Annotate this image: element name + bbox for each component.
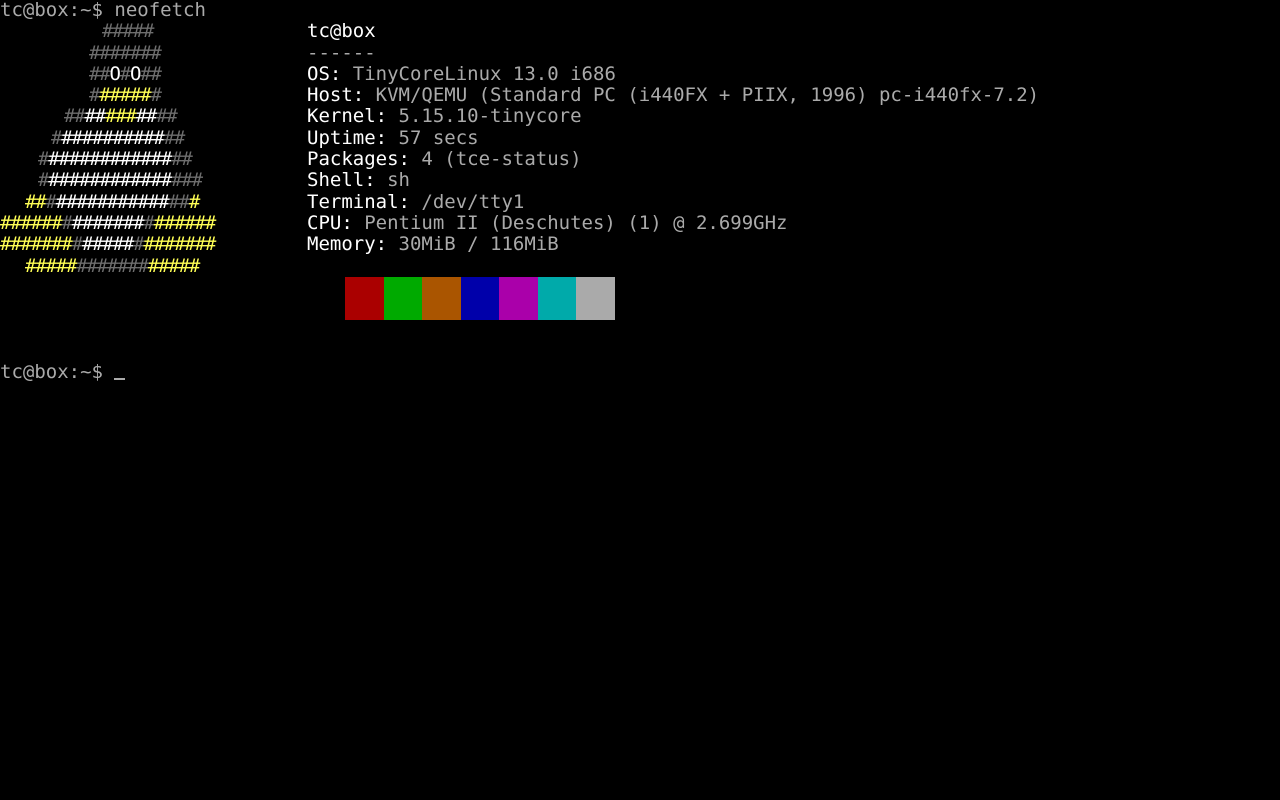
ascii-logo-line: ############# — [51, 127, 185, 149]
info-value: 57 secs — [398, 127, 479, 149]
info-key: Packages — [307, 148, 399, 170]
shell-prompt: tc@box:~$ — [0, 361, 103, 383]
info-kernel: Kernel: 5.15.10-tinycore — [307, 105, 582, 127]
terminal-screen[interactable]: tc@box:~$ neofetch ##### ####### ##O#O##… — [0, 0, 1280, 800]
info-value: /dev/tty1 — [421, 191, 525, 213]
color-swatch — [345, 277, 384, 320]
ascii-logo-line: ################# — [25, 191, 200, 213]
ascii-logo-line: ####### — [89, 42, 162, 64]
info-key: Shell — [307, 169, 365, 191]
prompt-line[interactable]: tc@box:~$ — [0, 361, 126, 383]
info-value: Pentium II (Deschutes) (1) @ 2.699GHz — [364, 212, 788, 234]
color-swatch — [383, 277, 422, 320]
info-value: 30MiB / 116MiB — [398, 233, 559, 255]
ascii-logo-line: ########### — [64, 105, 178, 127]
command-prompt: tc@box:~$ — [0, 0, 103, 21]
ascii-logo-line: ####### — [89, 84, 162, 106]
ascii-logo-line: ##################### — [0, 233, 216, 255]
ascii-logo-line: ##O#O## — [89, 63, 162, 85]
color-swatch — [460, 277, 499, 320]
info-os: OS: TinyCoreLinux 13.0 i686 — [307, 63, 616, 85]
color-swatch — [422, 277, 461, 320]
info-key: Memory — [307, 233, 376, 255]
info-value: TinyCoreLinux 13.0 i686 — [352, 63, 616, 85]
info-value: 5.15.10-tinycore — [398, 105, 582, 127]
info-host: Host: KVM/QEMU (Standard PC (i440FX + PI… — [307, 84, 1040, 106]
info-uptime: Uptime: 57 secs — [307, 127, 479, 149]
info-cpu: CPU: Pentium II (Deschutes) (1) @ 2.699G… — [307, 212, 788, 234]
ascii-logo-line: ################# — [25, 255, 200, 277]
ascii-logo-line: ################ — [38, 169, 203, 191]
info-value: sh — [387, 169, 410, 191]
info-memory: Memory: 30MiB / 116MiB — [307, 233, 559, 255]
info-key: Host — [307, 84, 353, 106]
info-key: CPU — [307, 212, 342, 234]
info-separator: ------ — [307, 42, 376, 64]
info-packages: Packages: 4 (tce-status) — [307, 148, 582, 170]
text-cursor — [114, 378, 126, 380]
info-terminal: Terminal: /dev/tty1 — [307, 191, 525, 213]
info-title: tc@box — [307, 20, 376, 42]
info-shell: Shell: sh — [307, 169, 410, 191]
info-key: Kernel — [307, 105, 376, 127]
ascii-logo-line: ##################### — [0, 212, 216, 234]
color-swatch — [499, 277, 538, 320]
command-line: tc@box:~$ neofetch — [0, 0, 206, 21]
color-swatch — [576, 277, 615, 320]
info-key: Terminal — [307, 191, 399, 213]
ascii-logo-line: ##### — [102, 20, 154, 42]
color-swatch — [537, 277, 576, 320]
command-text: neofetch — [114, 0, 206, 21]
info-key: OS — [307, 63, 330, 85]
ascii-logo-line: ############### — [38, 148, 193, 170]
info-value: KVM/QEMU (Standard PC (i440FX + PIIX, 19… — [375, 84, 1040, 106]
color-palette — [345, 277, 615, 320]
info-value: 4 (tce-status) — [421, 148, 582, 170]
info-key: Uptime — [307, 127, 376, 149]
